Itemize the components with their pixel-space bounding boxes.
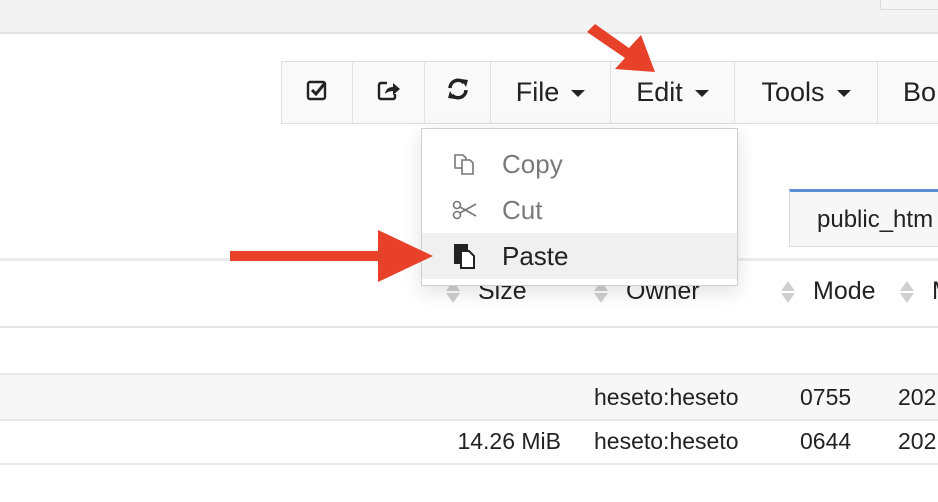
menu-item-paste[interactable]: Paste [422,233,737,279]
paste-icon [450,243,480,269]
path-input[interactable]: public_htm [789,189,938,247]
copy-icon [450,152,480,176]
check-square-icon [306,77,328,108]
share-button[interactable] [353,62,425,123]
column-header-modified[interactable]: M [900,277,938,306]
file-toolbar: File Edit Tools Bo [281,61,938,124]
tools-menu-label: Tools [761,77,825,107]
cell-size: 14.26 MiB [457,428,561,454]
cell-modified: 202 [898,428,937,454]
cell-mode: 0755 [800,384,852,410]
cell-modified: 202 [898,384,937,410]
top-bar [0,0,938,34]
bookmarks-menu-label: Bo [903,77,937,107]
column-header-mode[interactable]: Mode [781,277,876,306]
bookmarks-menu-button[interactable]: Bo [878,62,938,123]
table-row[interactable]: heseto:heseto 0755 202 [0,373,938,421]
table-row[interactable]: 14.26 MiB heseto:heseto 0644 202 [0,419,938,465]
edit-menu-label: Edit [636,77,683,107]
sort-icon [781,280,795,303]
caret-down-icon [836,90,851,97]
file-menu-button[interactable]: File [491,62,611,123]
share-icon [377,77,401,108]
select-all-button[interactable] [282,62,353,123]
edit-dropdown-menu: Copy Cut Paste [421,128,738,286]
cell-mode: 0644 [800,428,852,454]
scissors-icon [450,200,480,220]
refresh-icon [446,77,470,108]
file-menu-label: File [515,77,560,107]
refresh-button[interactable] [425,62,491,123]
cell-owner: heseto:heseto [594,384,739,410]
top-bar-box [880,0,938,10]
sort-icon [900,280,914,303]
menu-item-cut[interactable]: Cut [422,187,737,233]
edit-menu-button[interactable]: Edit [611,62,735,123]
caret-down-icon [694,90,709,97]
menu-item-copy[interactable]: Copy [422,141,737,187]
path-value: public_htm [817,206,934,233]
tools-menu-button[interactable]: Tools [735,62,878,123]
cell-owner: heseto:heseto [594,428,739,454]
caret-down-icon [571,90,586,97]
